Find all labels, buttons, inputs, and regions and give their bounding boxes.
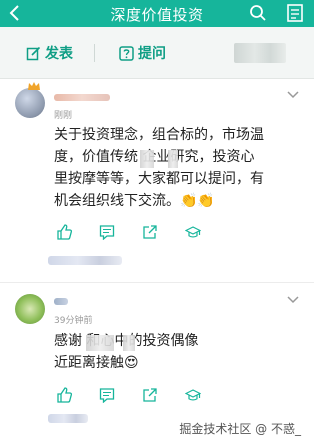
graduation-cap-icon[interactable] bbox=[185, 387, 201, 403]
chevron-down-icon[interactable] bbox=[287, 91, 299, 99]
redaction-mosaic bbox=[123, 335, 135, 351]
blurred-comment bbox=[48, 414, 88, 423]
username-blurred[interactable] bbox=[54, 298, 68, 305]
post-button[interactable]: 发表 bbox=[26, 44, 73, 62]
search-icon[interactable] bbox=[249, 4, 267, 22]
post-item: 刚刚 关于投资理念，组合标的，市场温 度，价值传统 企业研究，投资心 里按摩等等… bbox=[0, 80, 314, 280]
title-bar: 深度价值投资 bbox=[0, 0, 314, 27]
post-label: 发表 bbox=[45, 46, 73, 62]
chevron-down-icon[interactable] bbox=[287, 296, 299, 304]
action-divider bbox=[94, 44, 95, 62]
blurred-tag bbox=[234, 43, 286, 63]
ask-button[interactable]: 提问 bbox=[94, 44, 166, 62]
redaction-mosaic bbox=[86, 335, 114, 351]
post-divider bbox=[0, 282, 314, 283]
comment-icon[interactable] bbox=[99, 224, 115, 240]
watermark: 掘金技术社区 @ 不惑_ bbox=[176, 419, 304, 438]
comment-icon[interactable] bbox=[99, 387, 115, 403]
post-actions bbox=[56, 224, 228, 240]
avatar[interactable] bbox=[15, 294, 45, 324]
like-icon[interactable] bbox=[56, 224, 72, 240]
action-bar: 发表 提问 bbox=[0, 27, 314, 79]
redaction-mosaic bbox=[168, 150, 178, 168]
question-icon bbox=[119, 45, 134, 61]
blurred-comment bbox=[48, 256, 122, 265]
crown-icon bbox=[28, 82, 40, 90]
ask-label: 提问 bbox=[138, 46, 166, 62]
share-icon[interactable] bbox=[142, 224, 158, 240]
post-actions bbox=[56, 387, 228, 403]
post-time: 39分钟前 bbox=[54, 316, 93, 326]
avatar[interactable] bbox=[15, 88, 45, 118]
post-line: 近距离接触😍 bbox=[54, 355, 139, 371]
post-line: 里按摩等等，大家都可以提问，有 bbox=[54, 171, 264, 187]
like-icon[interactable] bbox=[56, 387, 72, 403]
post-content: 关于投资理念，组合标的，市场温 度，价值传统 企业研究，投资心 里按摩等等，大家… bbox=[54, 124, 304, 212]
redaction-mosaic bbox=[140, 150, 154, 168]
graduation-cap-icon[interactable] bbox=[185, 224, 201, 240]
post-line: 关于投资理念，组合标的，市场温 bbox=[54, 127, 264, 143]
post-line: 度，价值传统 企业研究，投资心 bbox=[54, 149, 255, 165]
username-blurred[interactable] bbox=[54, 94, 110, 101]
edit-icon bbox=[26, 46, 41, 60]
edit-menu-icon[interactable] bbox=[285, 3, 305, 23]
post-line: 机会组织线下交流。👏👏 bbox=[54, 193, 215, 209]
post-time: 刚刚 bbox=[54, 111, 73, 121]
share-icon[interactable] bbox=[142, 387, 158, 403]
